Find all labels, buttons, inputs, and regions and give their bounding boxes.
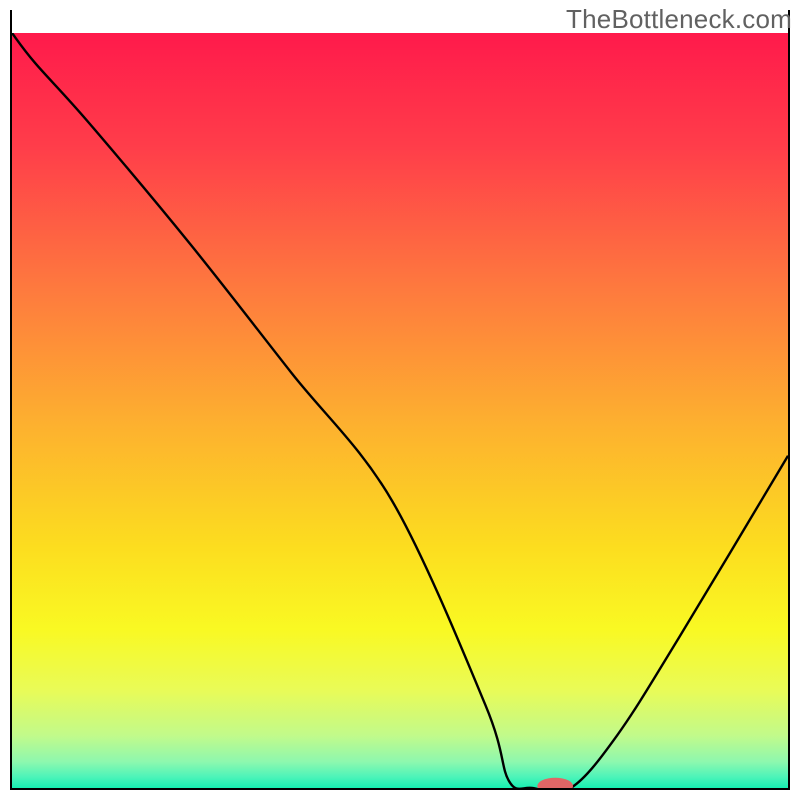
bottleneck-curve-path <box>12 33 788 788</box>
watermark-text: TheBottleneck.com <box>566 4 792 35</box>
plot-area <box>12 33 788 788</box>
y-axis-line <box>10 33 12 790</box>
bottleneck-chart: TheBottleneck.com <box>0 0 800 800</box>
optimal-point-marker <box>537 778 573 788</box>
